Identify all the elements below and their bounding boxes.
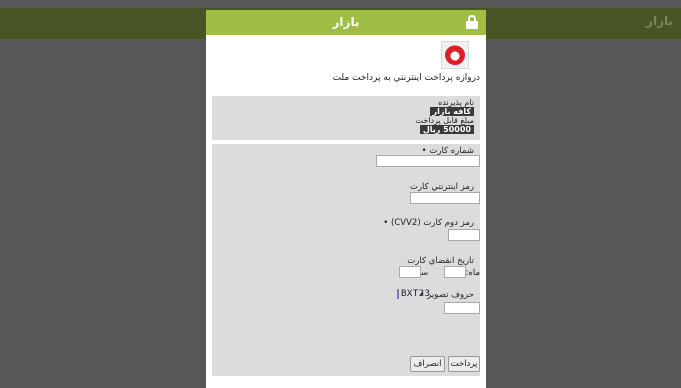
expiry-month-input[interactable] [444, 266, 466, 278]
lock-icon [466, 15, 478, 29]
captcha-input[interactable] [444, 302, 480, 314]
gateway-title: دروازه پرداخت اینترنتي به پرداخت ملت [332, 73, 480, 83]
merchant-info-box: نام پذيرنده كافه بازار مبلغ قابل پرداخت … [212, 96, 480, 140]
amount-value: 50000 ريال [419, 125, 474, 134]
background-brand-text: بازار [646, 14, 673, 28]
brand-title: بازار [332, 15, 360, 29]
internet-pin-label: رمز اینترنتي كارت [409, 182, 474, 192]
cvv2-input[interactable] [448, 229, 480, 241]
payment-gateway-modal: بازار دروازه پرداخت اینترنتي به پرداخت م… [206, 10, 486, 388]
merchant-value: كافه بازار [429, 107, 474, 116]
amount-value-line: 50000 ريال [419, 125, 474, 134]
expiry-year-input[interactable] [399, 266, 421, 278]
internet-pin-input[interactable] [410, 192, 480, 204]
cancel-button[interactable]: انصراف [410, 356, 445, 372]
expiry-label: تاريخ انقضاي كارت [407, 256, 474, 266]
payment-form: شماره کارت • رمز اینترنتي كارت رمز دوم ک… [212, 144, 480, 376]
card-number-input[interactable] [376, 155, 480, 167]
bank-mellat-logo [441, 41, 469, 69]
merchant-value-line: كافه بازار [429, 107, 474, 116]
captcha-image: BXT23 [397, 289, 431, 299]
pay-button[interactable]: پرداخت [448, 356, 480, 372]
modal-header: بازار [206, 10, 486, 35]
month-label: ماه: [465, 268, 480, 278]
amount-label: مبلغ قابل پرداخت [415, 116, 474, 125]
cvv2-label: رمز دوم کارت (CVV2) • [383, 218, 474, 228]
merchant-label: نام پذيرنده [438, 98, 474, 107]
